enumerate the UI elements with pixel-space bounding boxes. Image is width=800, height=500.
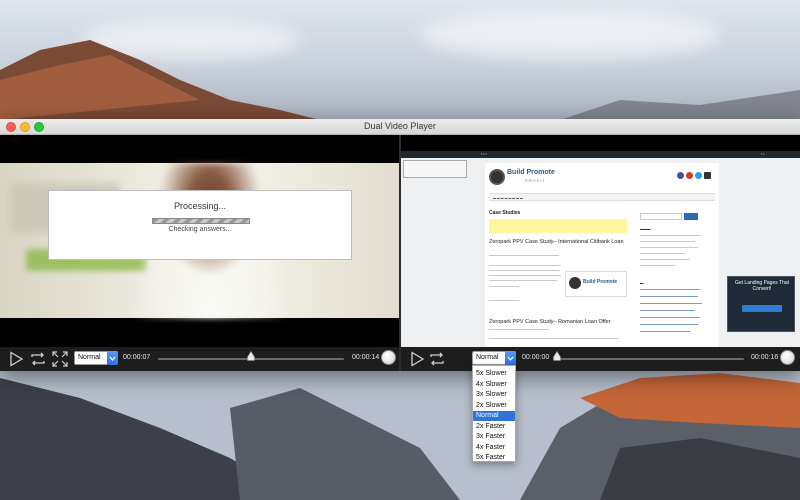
text-line (489, 338, 619, 339)
text-line (640, 253, 685, 254)
processing-title: Processing... (173, 201, 227, 211)
text-line (489, 255, 559, 256)
webpage-content: Build Promote PROFIT ▬ ▬ ▬ ▬ ▬ ▬ ▬ ▬ Cas… (485, 163, 719, 347)
tag-cloud-line (640, 310, 695, 311)
rss-icon (704, 172, 711, 179)
text-line (640, 241, 695, 242)
title-bar[interactable]: Dual Video Player (0, 119, 800, 135)
text-line (640, 235, 700, 236)
tag-cloud-line (640, 289, 700, 290)
left-video-panel[interactable]: Processing... Checking answers... (0, 135, 399, 347)
speed-option[interactable]: 5x Faster (473, 453, 515, 463)
left-speed-select[interactable]: Normal (74, 351, 118, 365)
chevron-down-icon (505, 351, 516, 365)
text-line (640, 259, 690, 260)
thumbnail-logo-icon (569, 277, 581, 289)
webpage-logo-sub: PROFIT (525, 178, 546, 183)
right-video-panel[interactable]: ▪ ▪ ▪ ▪ ▪ Build Promote PROFIT ▬ ▬ ▬ ▬ ▬… (401, 135, 800, 347)
right-seek-track[interactable] (557, 358, 744, 360)
left-time-total: 00:00:14 (352, 354, 380, 361)
left-seek-thumb[interactable] (247, 351, 255, 361)
webpage-post-title-1: Zeropark PPV Case Study– International C… (489, 239, 624, 245)
play-icon[interactable] (409, 351, 425, 367)
right-time-total: 00:00:16 (751, 354, 779, 361)
processing-progress-bar (152, 218, 250, 224)
webpage-notice (489, 219, 627, 233)
speed-dropdown-menu: 5x Slower 4x Slower 3x Slower 2x Slower Norm… (472, 365, 516, 462)
right-speed-value: Normal (476, 354, 499, 361)
window-title: Dual Video Player (364, 121, 436, 131)
ad-button (742, 305, 782, 312)
youtube-icon (686, 172, 693, 179)
webpage-popup (403, 160, 467, 178)
tag-cloud-line (640, 303, 702, 304)
logo-icon (489, 169, 505, 185)
tag-cloud-line (640, 324, 698, 325)
player-window: Dual Video Player Processing... Checking… (0, 119, 800, 371)
text-line (489, 265, 561, 266)
ad-text: Get Landing Pages That Convert! (734, 280, 790, 292)
text-line (489, 280, 557, 281)
left-speed-value: Normal (78, 354, 101, 361)
panel-divider (399, 135, 401, 371)
right-volume-knob[interactable] (780, 350, 795, 365)
webpage-post-title-2: Zeropark PPV Case Study– Romanian Loan O… (489, 319, 611, 325)
processing-subtitle: Checking answers... (168, 226, 232, 233)
mountain-ridge-top (0, 40, 800, 130)
right-time-elapsed: 00:00:00 (522, 354, 550, 361)
speed-option[interactable]: 5x Slower (473, 369, 515, 379)
text-line (489, 275, 561, 276)
sidebar-heading: ▬ (640, 281, 644, 285)
tag-cloud-line (640, 296, 698, 297)
processing-dialog: Processing... Checking answers... (48, 190, 352, 260)
speed-option[interactable]: Normal (473, 411, 515, 421)
play-icon[interactable] (8, 351, 24, 367)
text-line (640, 247, 698, 248)
sidebar-heading: ▬▬▬ (640, 227, 651, 231)
text-line (640, 265, 675, 266)
left-time-elapsed: 00:00:07 (123, 354, 151, 361)
webpage-nav: ▬ ▬ ▬ ▬ ▬ ▬ ▬ ▬ (489, 193, 715, 201)
text-line (489, 270, 559, 271)
webpage-heading: Case Studies (489, 210, 521, 216)
left-controls-bar: Normal 00:00:07 00:00:14 (0, 347, 399, 371)
speed-option[interactable]: 2x Slower (473, 401, 515, 411)
right-speed-select[interactable]: Normal (472, 351, 516, 365)
speed-option[interactable]: 3x Slower (473, 390, 515, 400)
chevron-down-icon (107, 351, 118, 365)
text-line (489, 300, 519, 301)
speed-option[interactable]: 4x Faster (473, 443, 515, 453)
post-thumbnail: Build Promote (565, 271, 627, 297)
text-line (489, 286, 519, 287)
tag-cloud-line (640, 331, 690, 332)
speed-option[interactable]: 2x Faster (473, 422, 515, 432)
twitter-icon (695, 172, 702, 179)
facebook-icon (677, 172, 684, 179)
loop-icon[interactable] (30, 351, 46, 367)
right-controls-bar: Normal 00:00:00 00:00:16 (401, 347, 800, 371)
right-seek-thumb[interactable] (553, 351, 561, 361)
thumbnail-logo-text: Build Promote (583, 279, 618, 285)
speed-option[interactable]: 3x Faster (473, 432, 515, 442)
webpage-search-button (684, 213, 698, 220)
mountain-ridge-bottom (0, 368, 800, 500)
speed-option[interactable]: 4x Slower (473, 380, 515, 390)
tag-cloud-line (640, 317, 700, 318)
landing-page-ad: Get Landing Pages That Convert! (727, 276, 795, 332)
text-line (489, 329, 549, 330)
loop-icon[interactable] (429, 351, 445, 367)
webpage-admin-bar: ▪ ▪ ▪ ▪ ▪ (401, 151, 800, 158)
webpage-logo-text: Build Promote (507, 169, 555, 176)
recorded-webpage: ▪ ▪ ▪ ▪ ▪ Build Promote PROFIT ▬ ▬ ▬ ▬ ▬… (401, 151, 800, 347)
left-volume-knob[interactable] (381, 350, 396, 365)
fullscreen-icon[interactable] (52, 351, 68, 367)
webpage-search-box (640, 213, 682, 220)
